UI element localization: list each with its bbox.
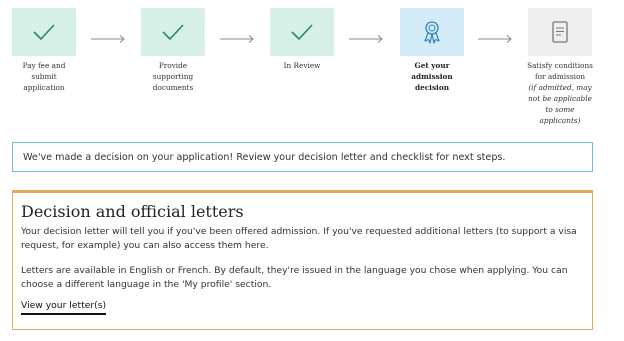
step-pay-fee: Pay fee and submit application <box>0 8 99 93</box>
check-icon <box>33 24 55 41</box>
step-label: Satisfy conditions for admission (if adm… <box>505 60 615 126</box>
step-label: Provide supporting documents <box>152 61 194 92</box>
step-note: (if admitted, may <box>528 83 592 92</box>
step-status-box <box>528 8 592 56</box>
step-label: Get your admission decision <box>411 61 453 92</box>
step-status-box <box>270 8 334 56</box>
step-label: In Review <box>283 61 321 70</box>
card-paragraph-decision: Your decision letter will tell you if yo… <box>21 226 577 251</box>
step-label: Pay fee and submit application <box>22 61 66 92</box>
step-note: to some <box>545 105 575 114</box>
card-title: Decision and official letters <box>21 202 244 221</box>
check-icon <box>162 24 184 41</box>
decision-notice-banner: We've made a decision on your applicatio… <box>12 142 593 172</box>
view-letters-link[interactable]: View your letter(s) <box>21 300 107 315</box>
step-status-box <box>141 8 205 56</box>
step-note: not be applicable <box>528 94 592 103</box>
decision-letters-card: Decision and official letters Your decis… <box>12 190 593 330</box>
notice-text: We've made a decision on your applicatio… <box>23 151 506 163</box>
document-icon <box>552 21 568 43</box>
step-in-review: In Review <box>247 8 357 71</box>
step-status-box <box>400 8 464 56</box>
progress-stepper: Pay fee and submit application Provide s… <box>0 0 624 135</box>
step-provide-documents: Provide supporting documents <box>118 8 228 93</box>
check-icon <box>291 24 313 41</box>
award-ribbon-icon <box>424 21 440 44</box>
step-status-box <box>12 8 76 56</box>
step-satisfy-conditions: Satisfy conditions for admission (if adm… <box>505 8 615 126</box>
step-note: applicants) <box>539 116 581 125</box>
step-admission-decision: Get your admission decision <box>377 8 487 93</box>
card-paragraph-language: Letters are available in English or Fren… <box>21 265 568 290</box>
